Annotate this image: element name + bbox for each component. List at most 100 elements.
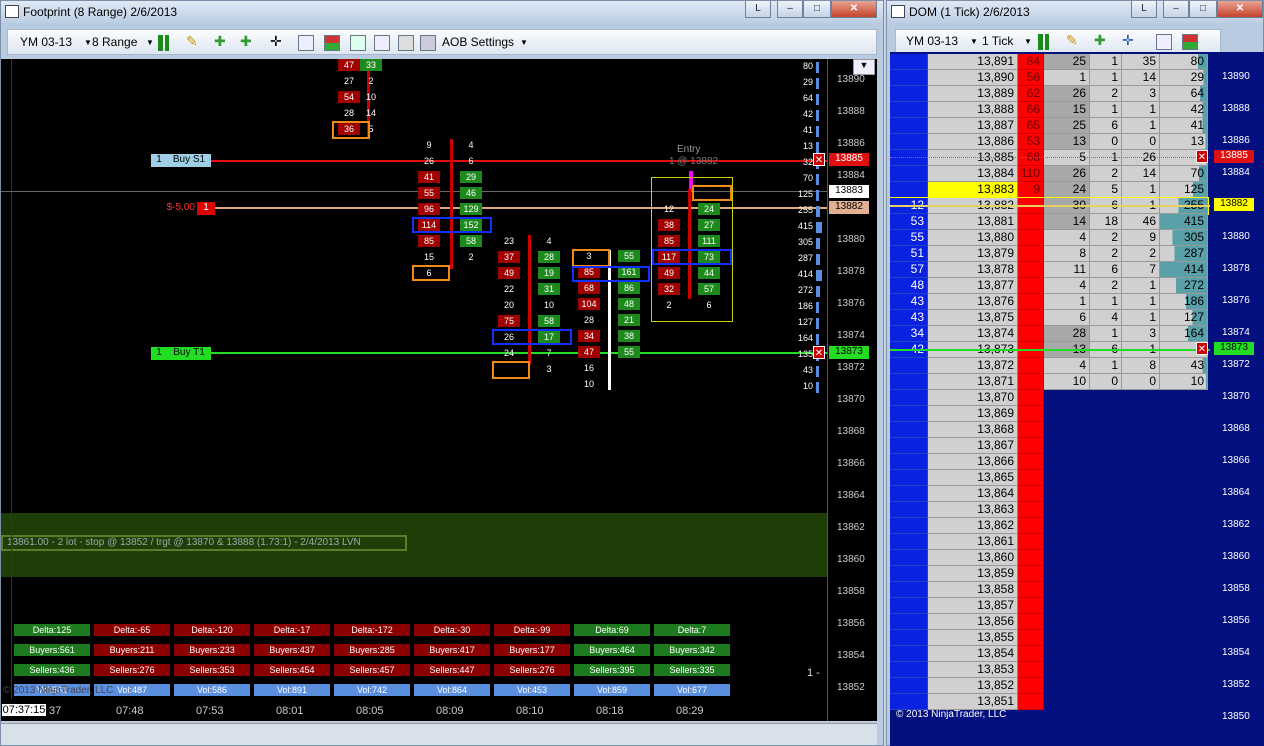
dom-ask-cell[interactable]: 56 (1018, 70, 1044, 86)
stop-x-icon[interactable]: ✕ (813, 153, 825, 166)
dom-ladder[interactable]: 13,891 84 25 1 35 80 13,890 56 1 1 14 29 13,889 62 26 2… (890, 52, 1264, 746)
dom-ask-cell[interactable] (1018, 550, 1044, 566)
dom-pencil-icon[interactable]: ✎ (1066, 32, 1082, 48)
period-dropdown-icon[interactable]: ▼ (146, 38, 154, 47)
dom-ask-cell[interactable] (1018, 694, 1044, 710)
dom-bid-cell[interactable] (890, 438, 928, 454)
dom-bid-cell[interactable]: 53 (890, 214, 928, 230)
dom-close-button[interactable]: ✕ (1217, 1, 1263, 18)
dom-ask-cell[interactable] (1018, 470, 1044, 486)
dom-bid-cell[interactable] (890, 86, 928, 102)
dom-ask-cell[interactable] (1018, 630, 1044, 646)
dom-bid-cell[interactable]: 55 (890, 230, 928, 246)
data-box-icon[interactable] (420, 35, 436, 51)
dom-period-dropdown-icon[interactable]: ▼ (1024, 37, 1032, 46)
aob-dropdown-icon[interactable]: ▼ (520, 38, 528, 47)
period-selector[interactable]: 8 Range (92, 35, 137, 49)
position-qty[interactable]: 1 (197, 202, 215, 215)
dom-bid-cell[interactable] (890, 134, 928, 150)
dom-bid-cell[interactable] (890, 150, 928, 166)
dom-ask-cell[interactable] (1018, 278, 1044, 294)
dom-bid-cell[interactable] (890, 534, 928, 550)
dom-ask-cell[interactable]: 68 (1018, 150, 1044, 166)
strategy-icon[interactable]: ✚ (240, 33, 256, 49)
dom-bid-cell[interactable]: 57 (890, 262, 928, 278)
dom-link-button[interactable]: L (1131, 1, 1157, 18)
dom-ask-cell[interactable] (1018, 326, 1044, 342)
image-icon[interactable] (374, 35, 390, 51)
dom-bid-cell[interactable] (890, 166, 928, 182)
dom-ask-cell[interactable] (1018, 358, 1044, 374)
dom-bid-cell[interactable] (890, 470, 928, 486)
dom-trader-icon[interactable] (1182, 34, 1198, 50)
draw-pencil-icon[interactable]: ✎ (186, 33, 202, 49)
dom-bid-cell[interactable] (890, 358, 928, 374)
crosshair-icon[interactable]: ✛ (270, 33, 286, 49)
dom-ask-cell[interactable]: 62 (1018, 86, 1044, 102)
dom-ask-cell[interactable] (1018, 646, 1044, 662)
dom-ask-cell[interactable] (1018, 230, 1044, 246)
instrument-dropdown-icon[interactable]: ▼ (84, 38, 92, 47)
dom-ask-cell[interactable] (1018, 310, 1044, 326)
dom-bid-cell[interactable] (890, 102, 928, 118)
properties-icon[interactable] (350, 35, 366, 51)
add-indicator-icon[interactable]: ✚ (214, 33, 230, 49)
dom-bar-type-icon[interactable] (1038, 34, 1054, 50)
dom-bid-cell[interactable] (890, 694, 928, 710)
dom-ask-cell[interactable] (1018, 422, 1044, 438)
dom-ask-cell[interactable]: 66 (1018, 102, 1044, 118)
dom-target-x-icon[interactable]: ✕ (1196, 342, 1208, 355)
dom-instrument-dropdown-icon[interactable]: ▼ (970, 37, 978, 46)
dom-ask-cell[interactable] (1018, 518, 1044, 534)
dom-ask-cell[interactable] (1018, 486, 1044, 502)
scroll-up-button[interactable]: ▼ (853, 59, 875, 75)
dom-ask-cell[interactable] (1018, 294, 1044, 310)
dom-bid-cell[interactable] (890, 662, 928, 678)
dom-maximize-button[interactable]: □ (1189, 1, 1217, 18)
dom-ask-cell[interactable] (1018, 598, 1044, 614)
dom-ask-cell[interactable] (1018, 534, 1044, 550)
minimize-button[interactable]: – (777, 1, 803, 18)
instrument-selector[interactable]: YM 03-13 (20, 35, 72, 49)
dom-ask-cell[interactable] (1018, 582, 1044, 598)
dom-bid-cell[interactable]: 43 (890, 310, 928, 326)
dom-bid-cell[interactable] (890, 630, 928, 646)
print-icon[interactable] (398, 35, 414, 51)
dom-bid-cell[interactable] (890, 486, 928, 502)
dom-bid-cell[interactable]: 34 (890, 326, 928, 342)
target-x-icon[interactable]: ✕ (813, 346, 825, 359)
zoom-icon[interactable] (298, 35, 314, 51)
dom-ask-cell[interactable] (1018, 390, 1044, 406)
dom-bid-cell[interactable] (890, 614, 928, 630)
dom-bid-cell[interactable] (890, 54, 928, 70)
dom-bid-cell[interactable] (890, 182, 928, 198)
dom-period-selector[interactable]: 1 Tick (982, 34, 1013, 48)
stop-order-qty[interactable]: 1 (151, 154, 167, 167)
dom-bid-cell[interactable] (890, 390, 928, 406)
target-order-qty[interactable]: 1 (151, 347, 167, 360)
dom-bid-cell[interactable]: 48 (890, 278, 928, 294)
stop-order-line[interactable] (211, 160, 827, 162)
dom-ask-cell[interactable] (1018, 374, 1044, 390)
bar-type-icon[interactable] (158, 35, 174, 51)
dom-indicator-icon[interactable]: ✚ (1094, 32, 1110, 48)
dom-ask-cell[interactable] (1018, 662, 1044, 678)
dom-bid-cell[interactable] (890, 406, 928, 422)
aob-settings-button[interactable]: AOB Settings (442, 35, 514, 49)
dom-ask-cell[interactable] (1018, 614, 1044, 630)
dom-ask-cell[interactable]: 65 (1018, 118, 1044, 134)
dom-bid-cell[interactable]: 51 (890, 246, 928, 262)
dom-bid-cell[interactable] (890, 454, 928, 470)
chart-trader-icon[interactable] (324, 35, 340, 51)
dom-zoom-icon[interactable] (1156, 34, 1172, 50)
dom-ask-cell[interactable]: 9 (1018, 182, 1044, 198)
dom-ask-cell[interactable]: 84 (1018, 54, 1044, 70)
dom-bid-cell[interactable] (890, 550, 928, 566)
dom-bid-cell[interactable]: 43 (890, 294, 928, 310)
dom-ask-cell[interactable]: 53 (1018, 134, 1044, 150)
dom-minimize-button[interactable]: – (1163, 1, 1189, 18)
dom-ask-cell[interactable] (1018, 438, 1044, 454)
dom-instrument-selector[interactable]: YM 03-13 (906, 34, 958, 48)
chart-scrollbar[interactable] (1, 723, 877, 745)
dom-bid-cell[interactable] (890, 598, 928, 614)
